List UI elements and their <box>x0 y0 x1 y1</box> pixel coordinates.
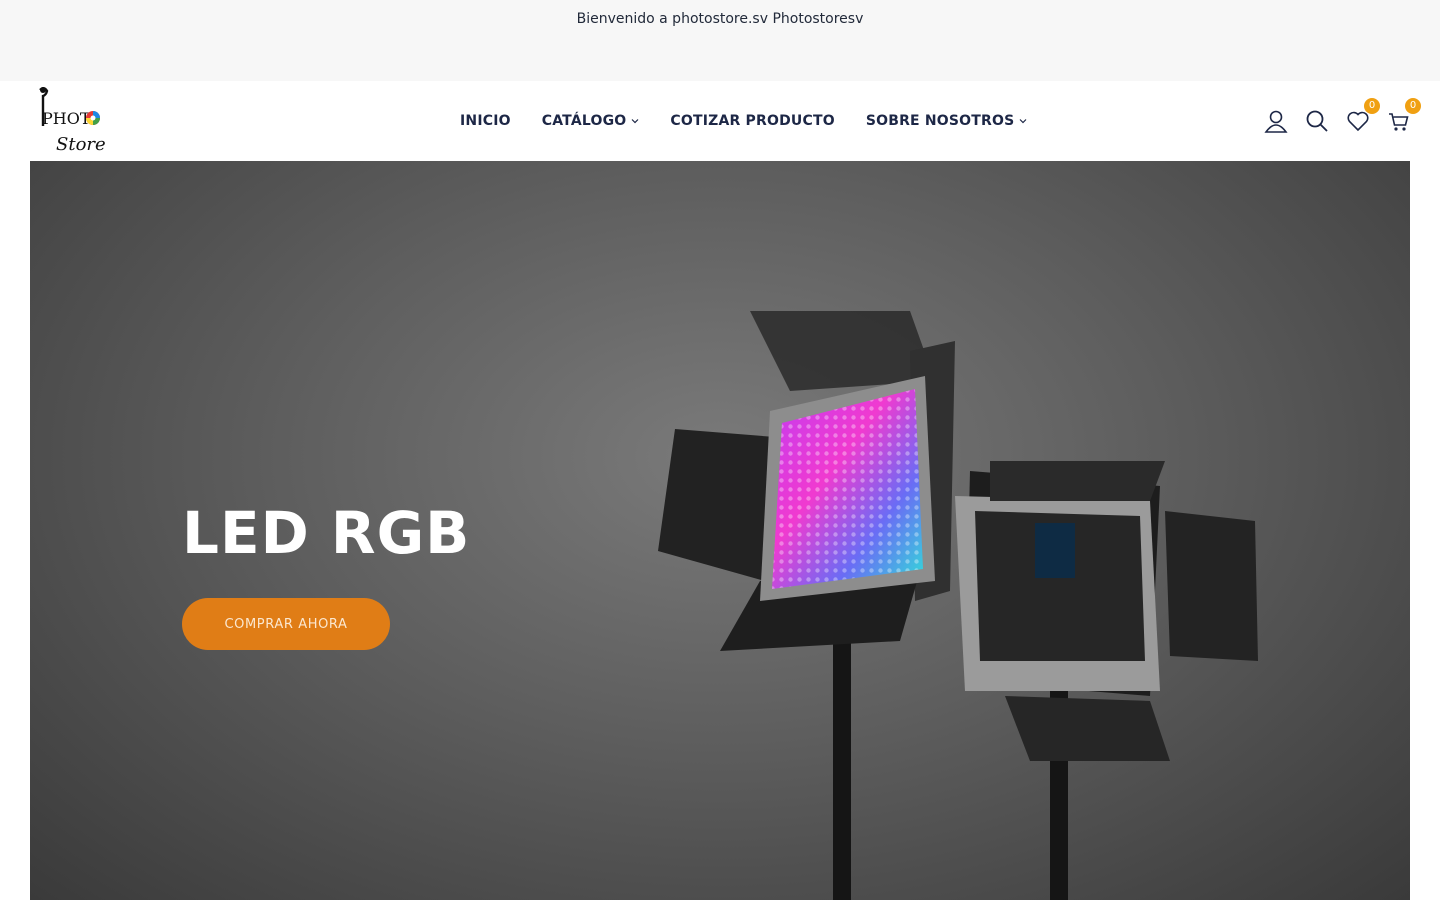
nav-label: COTIZAR PRODUCTO <box>670 113 835 129</box>
nav-label: INICIO <box>460 113 511 129</box>
nav-label: SOBRE NOSOTROS <box>865 113 1015 129</box>
wishlist-count-badge: 0 <box>1364 98 1380 114</box>
welcome-message: Bienvenido a photostore.sv Photostoresv <box>576 11 864 27</box>
hero-banner: LED RGB COMPRAR AHORA <box>30 161 1410 900</box>
search-button[interactable] <box>1304 108 1330 134</box>
wishlist-button[interactable]: 0 <box>1345 98 1380 134</box>
store-logo[interactable]: PHOT Store <box>32 84 108 158</box>
search-icon <box>1306 110 1328 132</box>
account-button[interactable] <box>1263 108 1289 134</box>
cart-count-badge: 0 <box>1405 98 1421 114</box>
hero-title: LED RGB <box>182 499 471 567</box>
svg-text:PHOT: PHOT <box>42 109 91 128</box>
top-bar: Bienvenido a photostore.sv Photostoresv <box>0 0 1440 81</box>
nav-item-catalogo[interactable]: CATÁLOGO <box>542 113 640 129</box>
header: PHOT Store INICIO CATÁLOGO COTIZAR PRODU… <box>0 81 1440 161</box>
shop-now-button[interactable]: COMPRAR AHORA <box>182 598 390 650</box>
user-icon <box>1264 110 1288 133</box>
chevron-down-icon <box>631 119 639 124</box>
cart-button[interactable]: 0 <box>1386 98 1421 134</box>
svg-text:Store: Store <box>56 134 106 155</box>
nav-item-inicio[interactable]: INICIO <box>460 113 511 129</box>
header-icons: 0 0 <box>1248 81 1421 161</box>
chevron-down-icon <box>1019 119 1027 124</box>
main-nav: INICIO CATÁLOGO COTIZAR PRODUCTO SOBRE N… <box>460 81 1058 161</box>
nav-item-cotizar[interactable]: COTIZAR PRODUCTO <box>670 113 834 129</box>
nav-label: CATÁLOGO <box>541 113 627 129</box>
nav-item-sobre-nosotros[interactable]: SOBRE NOSOTROS <box>866 113 1028 129</box>
